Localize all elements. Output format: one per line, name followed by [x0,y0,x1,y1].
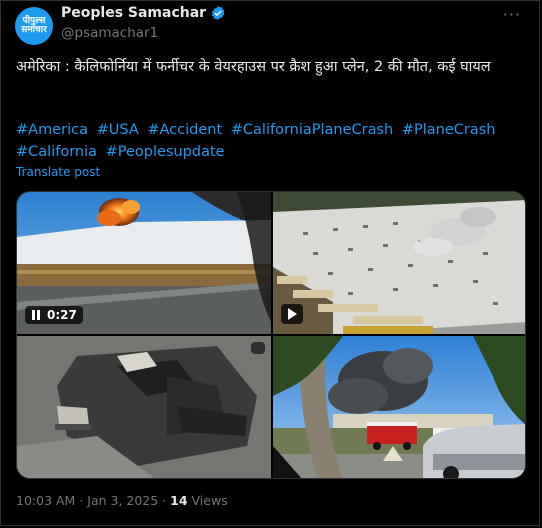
author-handle[interactable]: @psamachar1 [61,25,158,41]
hashtag-link[interactable]: #PlaneCrash [402,122,496,138]
views-label: Views [187,493,228,508]
pause-icon[interactable] [31,310,41,320]
media-video-aerial-smoke[interactable] [273,192,525,334]
author-name-row: Peoples Samachar [61,5,226,21]
author-display-name[interactable]: Peoples Samachar [61,5,206,21]
hashtag-link[interactable]: #California [16,144,97,160]
media-photo-fire-truck[interactable] [273,336,525,478]
avatar-text-line2: समाचार [21,25,47,35]
aerial-rooftop-image [273,192,525,334]
verified-badge-icon [211,6,225,20]
tweet-meta: 10:03 AM · Jan 3, 2025 · 14 Views [16,493,228,508]
play-badge[interactable] [281,304,303,324]
views-count: 14 [170,493,188,508]
video-duration: 0:27 [47,308,77,322]
media-video-explosion[interactable]: 0:27 [17,192,271,334]
translate-post-link[interactable]: Translate post [16,165,100,179]
gif-icon [251,342,265,354]
avatar[interactable]: पीपुल्स समाचार [15,7,53,45]
media-grid: 0:27 [16,191,526,479]
tweet-timestamp[interactable]: 10:03 AM · Jan 3, 2025 · [16,493,170,508]
hashtag-link[interactable]: #Peoplesupdate [106,144,225,160]
media-gif-damaged-roof[interactable] [17,336,271,478]
damaged-roof-image [17,336,271,478]
tweet-card: पीपुल्स समाचार Peoples Samachar @psamach… [0,0,540,526]
tweet-text: अमेरिका : कैलिफोर्निया में फर्नीचर के वे… [16,59,491,75]
hashtag-link[interactable]: #USA [97,122,139,138]
play-icon[interactable] [287,308,297,320]
more-options-icon[interactable]: ··· [503,5,521,24]
hashtag-link[interactable]: #Accident [147,122,222,138]
hashtag-link[interactable]: #CaliforniaPlaneCrash [231,122,394,138]
fire-truck-scene-image [273,336,525,478]
hashtag-link[interactable]: #America [16,122,88,138]
video-duration-badge[interactable]: 0:27 [25,306,83,324]
hashtags: #America #USA #Accident #CaliforniaPlane… [16,119,526,163]
